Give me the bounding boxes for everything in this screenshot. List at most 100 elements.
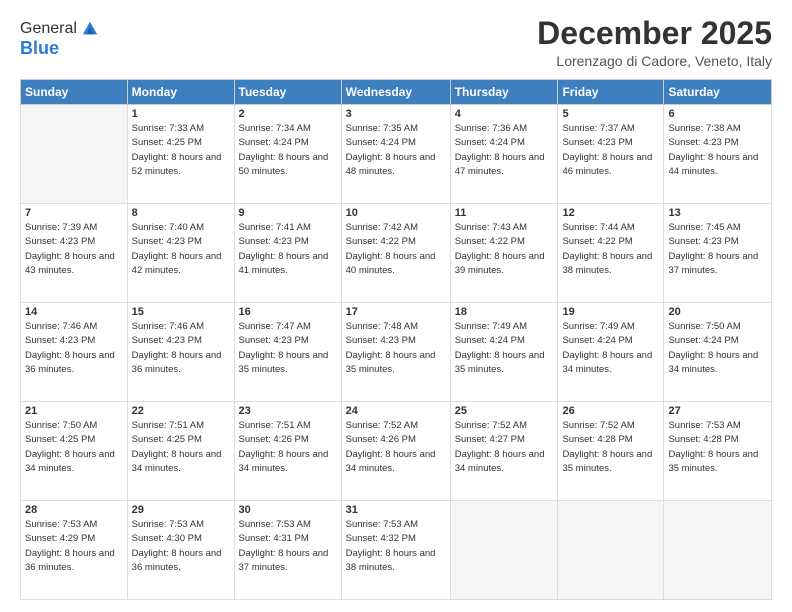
- calendar-cell: 11 Sunrise: 7:43 AMSunset: 4:22 PMDayligh…: [450, 204, 558, 303]
- day-info: Sunrise: 7:42 AMSunset: 4:22 PMDaylight:…: [346, 221, 446, 278]
- day-info: Sunrise: 7:52 AMSunset: 4:27 PMDaylight:…: [455, 419, 554, 476]
- day-number: 7: [25, 207, 123, 219]
- calendar-cell: [21, 105, 128, 204]
- calendar-cell: 28Sunrise: 7:53 AMSunset: 4:29 PMDayligh…: [21, 501, 128, 600]
- calendar-cell: [450, 501, 558, 600]
- day-info: Sunrise: 7:52 AMSunset: 4:26 PMDaylight:…: [346, 419, 446, 476]
- calendar-cell: 22 Sunrise: 7:51 AMSunset: 4:25 PMDayligh…: [127, 402, 234, 501]
- month-title: December 2025: [537, 16, 772, 51]
- day-number: 9: [239, 207, 337, 219]
- day-info: Sunrise: 7:52 AMSunset: 4:28 PMDaylight:…: [562, 419, 659, 476]
- day-info: Sunrise: 7:53 AMSunset: 4:32 PMDaylight:…: [346, 518, 446, 575]
- weekday-header-monday: Monday: [127, 80, 234, 105]
- day-number: 22: [132, 405, 230, 417]
- weekday-row: SundayMondayTuesdayWednesdayThursdayFrid…: [21, 80, 772, 105]
- day-info: Sunrise: 7:51 AMSunset: 4:25 PMDaylight:…: [132, 419, 230, 476]
- logo: General Blue: [20, 20, 99, 59]
- calendar: SundayMondayTuesdayWednesdayThursdayFrid…: [20, 79, 772, 600]
- calendar-cell: 7 Sunrise: 7:39 AMSunset: 4:23 PMDaylight…: [21, 204, 128, 303]
- weekday-header-friday: Friday: [558, 80, 664, 105]
- day-info: Sunrise: 7:51 AMSunset: 4:26 PMDaylight:…: [239, 419, 337, 476]
- day-number: 31: [346, 504, 446, 516]
- calendar-cell: 29Sunrise: 7:53 AMSunset: 4:30 PMDayligh…: [127, 501, 234, 600]
- day-info: Sunrise: 7:43 AMSunset: 4:22 PMDaylight:…: [455, 221, 554, 278]
- day-number: 24: [346, 405, 446, 417]
- calendar-cell: 26 Sunrise: 7:52 AMSunset: 4:28 PMDayligh…: [558, 402, 664, 501]
- day-number: 13: [668, 207, 767, 219]
- calendar-cell: 27 Sunrise: 7:53 AMSunset: 4:28 PMDayligh…: [664, 402, 772, 501]
- calendar-cell: 8 Sunrise: 7:40 AMSunset: 4:23 PMDaylight…: [127, 204, 234, 303]
- calendar-cell: [558, 501, 664, 600]
- day-number: 20: [668, 306, 767, 318]
- calendar-cell: 21 Sunrise: 7:50 AMSunset: 4:25 PMDayligh…: [21, 402, 128, 501]
- day-info: Sunrise: 7:44 AMSunset: 4:22 PMDaylight:…: [562, 221, 659, 278]
- calendar-cell: 19Sunrise: 7:49 AMSunset: 4:24 PMDayligh…: [558, 303, 664, 402]
- day-number: 11: [455, 207, 554, 219]
- day-number: 8: [132, 207, 230, 219]
- calendar-cell: 25 Sunrise: 7:52 AMSunset: 4:27 PMDayligh…: [450, 402, 558, 501]
- weekday-header-tuesday: Tuesday: [234, 80, 341, 105]
- day-number: 27: [668, 405, 767, 417]
- day-number: 23: [239, 405, 337, 417]
- calendar-cell: 4 Sunrise: 7:36 AMSunset: 4:24 PMDaylight…: [450, 105, 558, 204]
- day-info: Sunrise: 7:34 AMSunset: 4:24 PMDaylight:…: [239, 122, 337, 179]
- day-info: Sunrise: 7:53 AMSunset: 4:29 PMDaylight:…: [25, 518, 123, 575]
- day-number: 16: [239, 306, 337, 318]
- calendar-body: 1Sunrise: 7:33 AMSunset: 4:25 PMDaylight…: [21, 105, 772, 600]
- day-info: Sunrise: 7:41 AMSunset: 4:23 PMDaylight:…: [239, 221, 337, 278]
- day-number: 14: [25, 306, 123, 318]
- day-info: Sunrise: 7:48 AMSunset: 4:23 PMDaylight:…: [346, 320, 446, 377]
- day-info: Sunrise: 7:38 AMSunset: 4:23 PMDaylight:…: [668, 122, 767, 179]
- day-number: 21: [25, 405, 123, 417]
- weekday-header-sunday: Sunday: [21, 80, 128, 105]
- day-number: 26: [562, 405, 659, 417]
- calendar-cell: 3 Sunrise: 7:35 AMSunset: 4:24 PMDaylight…: [341, 105, 450, 204]
- week-row-1: 7 Sunrise: 7:39 AMSunset: 4:23 PMDaylight…: [21, 204, 772, 303]
- week-row-2: 14Sunrise: 7:46 AMSunset: 4:23 PMDayligh…: [21, 303, 772, 402]
- calendar-cell: 31 Sunrise: 7:53 AMSunset: 4:32 PMDayligh…: [341, 501, 450, 600]
- day-number: 10: [346, 207, 446, 219]
- weekday-header-wednesday: Wednesday: [341, 80, 450, 105]
- day-info: Sunrise: 7:37 AMSunset: 4:23 PMDaylight:…: [562, 122, 659, 179]
- day-info: Sunrise: 7:33 AMSunset: 4:25 PMDaylight:…: [132, 122, 230, 179]
- day-info: Sunrise: 7:53 AMSunset: 4:28 PMDaylight:…: [668, 419, 767, 476]
- day-number: 2: [239, 108, 337, 120]
- day-info: Sunrise: 7:53 AMSunset: 4:30 PMDaylight:…: [132, 518, 230, 575]
- weekday-header-thursday: Thursday: [450, 80, 558, 105]
- day-info: Sunrise: 7:49 AMSunset: 4:24 PMDaylight:…: [455, 320, 554, 377]
- day-number: 12: [562, 207, 659, 219]
- calendar-cell: 15Sunrise: 7:46 AMSunset: 4:23 PMDayligh…: [127, 303, 234, 402]
- day-info: Sunrise: 7:45 AMSunset: 4:23 PMDaylight:…: [668, 221, 767, 278]
- day-info: Sunrise: 7:53 AMSunset: 4:31 PMDaylight:…: [239, 518, 337, 575]
- location: Lorenzago di Cadore, Veneto, Italy: [537, 53, 772, 69]
- calendar-cell: 23 Sunrise: 7:51 AMSunset: 4:26 PMDayligh…: [234, 402, 341, 501]
- day-number: 4: [455, 108, 554, 120]
- day-number: 15: [132, 306, 230, 318]
- week-row-4: 28Sunrise: 7:53 AMSunset: 4:29 PMDayligh…: [21, 501, 772, 600]
- title-block: December 2025 Lorenzago di Cadore, Venet…: [537, 16, 772, 69]
- calendar-cell: 13 Sunrise: 7:45 AMSunset: 4:23 PMDayligh…: [664, 204, 772, 303]
- calendar-header: SundayMondayTuesdayWednesdayThursdayFrid…: [21, 80, 772, 105]
- logo-icon: [81, 20, 99, 38]
- calendar-cell: 16Sunrise: 7:47 AMSunset: 4:23 PMDayligh…: [234, 303, 341, 402]
- day-info: Sunrise: 7:40 AMSunset: 4:23 PMDaylight:…: [132, 221, 230, 278]
- day-info: Sunrise: 7:36 AMSunset: 4:24 PMDaylight:…: [455, 122, 554, 179]
- day-info: Sunrise: 7:35 AMSunset: 4:24 PMDaylight:…: [346, 122, 446, 179]
- calendar-cell: 2 Sunrise: 7:34 AMSunset: 4:24 PMDaylight…: [234, 105, 341, 204]
- week-row-0: 1Sunrise: 7:33 AMSunset: 4:25 PMDaylight…: [21, 105, 772, 204]
- calendar-cell: 14Sunrise: 7:46 AMSunset: 4:23 PMDayligh…: [21, 303, 128, 402]
- day-number: 25: [455, 405, 554, 417]
- calendar-cell: 10 Sunrise: 7:42 AMSunset: 4:22 PMDayligh…: [341, 204, 450, 303]
- calendar-cell: 5Sunrise: 7:37 AMSunset: 4:23 PMDaylight…: [558, 105, 664, 204]
- calendar-cell: 20Sunrise: 7:50 AMSunset: 4:24 PMDayligh…: [664, 303, 772, 402]
- calendar-cell: 6Sunrise: 7:38 AMSunset: 4:23 PMDaylight…: [664, 105, 772, 204]
- day-number: 19: [562, 306, 659, 318]
- weekday-header-saturday: Saturday: [664, 80, 772, 105]
- calendar-cell: 1Sunrise: 7:33 AMSunset: 4:25 PMDaylight…: [127, 105, 234, 204]
- calendar-cell: 17Sunrise: 7:48 AMSunset: 4:23 PMDayligh…: [341, 303, 450, 402]
- day-number: 3: [346, 108, 446, 120]
- day-info: Sunrise: 7:50 AMSunset: 4:25 PMDaylight:…: [25, 419, 123, 476]
- calendar-cell: 18Sunrise: 7:49 AMSunset: 4:24 PMDayligh…: [450, 303, 558, 402]
- day-info: Sunrise: 7:39 AMSunset: 4:23 PMDaylight:…: [25, 221, 123, 278]
- calendar-cell: 30Sunrise: 7:53 AMSunset: 4:31 PMDayligh…: [234, 501, 341, 600]
